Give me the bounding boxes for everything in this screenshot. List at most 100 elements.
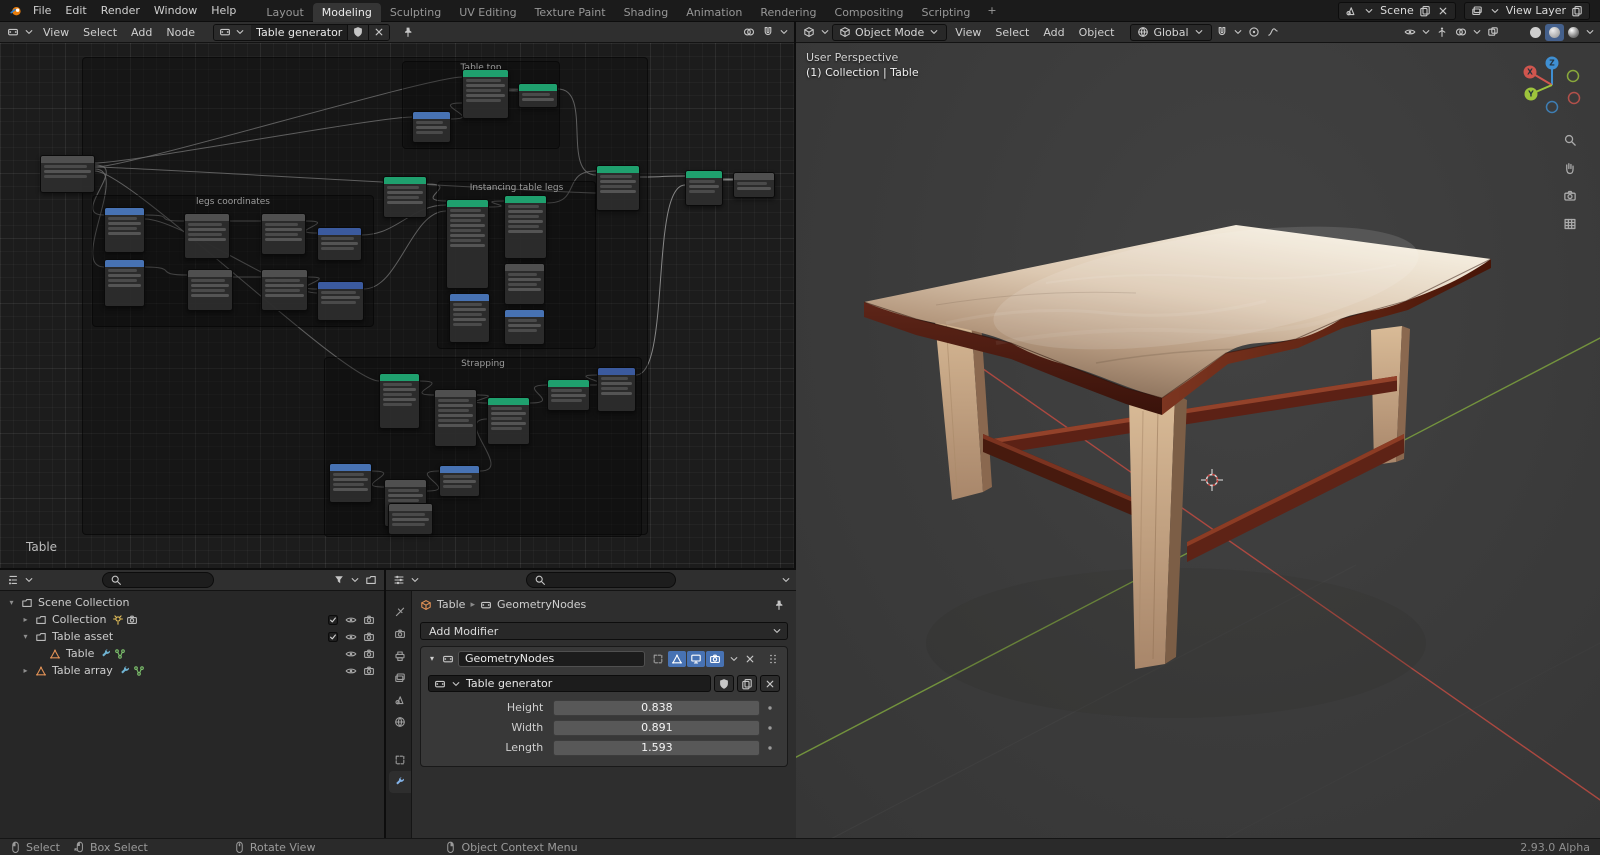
chevron-down-icon[interactable] (780, 572, 792, 589)
unlink-scene-button[interactable] (1436, 2, 1450, 19)
snapping-magnet-icon[interactable] (1213, 24, 1231, 41)
graph-node-3[interactable] (685, 170, 723, 206)
outliner-row-table[interactable]: Table (0, 645, 384, 662)
filter-funnel-icon[interactable] (330, 572, 348, 589)
modifier-extras-icon[interactable] (728, 650, 740, 667)
workspace-tab-scripting[interactable]: Scripting (912, 3, 979, 22)
toggle-realtime[interactable] (687, 651, 705, 667)
graph-node-24[interactable] (547, 379, 590, 411)
transform-orientation-dropdown[interactable]: Global (1130, 24, 1211, 41)
graph-node-4[interactable] (733, 172, 775, 198)
graph-node-0[interactable] (40, 155, 95, 193)
chevron-down-icon[interactable] (1232, 24, 1244, 41)
shading-wireframe-button[interactable] (1507, 24, 1526, 41)
topbar-menu-window[interactable]: Window (147, 2, 204, 19)
outliner-row-collection[interactable]: ▸Collection (0, 611, 384, 628)
xray-toggle-icon[interactable] (1484, 24, 1502, 41)
node-editor-menu-view[interactable]: View (36, 24, 76, 41)
graph-node-9[interactable] (104, 259, 145, 307)
graph-node-20[interactable] (504, 309, 545, 345)
graph-node-26[interactable] (329, 463, 372, 503)
editor-type-outliner-icon[interactable] (4, 572, 22, 589)
graph-node-18[interactable] (504, 263, 545, 305)
workspace-tab-texture-paint[interactable]: Texture Paint (526, 3, 615, 22)
chevron-down-icon[interactable] (1420, 24, 1432, 41)
graph-node-19[interactable] (449, 293, 490, 343)
graph-node-11[interactable] (187, 269, 233, 311)
graph-node-5[interactable] (462, 69, 509, 119)
graph-node-23[interactable] (487, 397, 530, 445)
node-tree-name[interactable]: Table generator (251, 25, 347, 40)
new-collection-button[interactable] (362, 572, 380, 589)
outliner-row-scene-collection[interactable]: ▾Scene Collection (0, 594, 384, 611)
graph-node-21[interactable] (379, 373, 420, 429)
topbar-menu-help[interactable]: Help (204, 2, 243, 19)
chevron-down-icon[interactable] (23, 572, 35, 589)
graph-node-13[interactable] (261, 269, 308, 311)
workspace-tab-rendering[interactable]: Rendering (751, 3, 825, 22)
new-scene-button[interactable] (1418, 2, 1432, 19)
shading-solid-button[interactable] (1526, 24, 1545, 41)
editor-type-properties-icon[interactable] (390, 572, 408, 589)
view-layer-selector[interactable]: View Layer (1464, 2, 1590, 20)
node-tree-selector[interactable]: Table generator (213, 24, 390, 41)
toggle-on-cage[interactable] (649, 651, 667, 667)
pin-button[interactable] (770, 596, 788, 613)
falloff-curve-icon[interactable] (1264, 24, 1282, 41)
fake-user-button[interactable] (347, 25, 368, 40)
render-visibility-toggle[interactable] (361, 631, 377, 643)
topbar-menu-file[interactable]: File (26, 2, 58, 19)
hide-eye-toggle[interactable] (343, 631, 359, 643)
scene-selector[interactable]: Scene (1338, 2, 1456, 20)
tab-object[interactable] (389, 749, 411, 771)
workspace-tab-compositing[interactable]: Compositing (826, 3, 913, 22)
workspace-tab-modeling[interactable]: Modeling (313, 3, 381, 22)
exclude-checkbox[interactable] (325, 631, 341, 643)
navigation-gizmo[interactable]: X Y Z (1516, 49, 1588, 121)
viewport-menu-view[interactable]: View (948, 24, 988, 41)
graph-node-6[interactable] (518, 83, 558, 108)
topbar-menu-render[interactable]: Render (94, 2, 147, 19)
disclosure-icon[interactable]: ▸ (18, 666, 33, 675)
field-value-slider[interactable]: 0.891 (553, 720, 760, 736)
viewport-menu-add[interactable]: Add (1036, 24, 1071, 41)
node-group-selector[interactable]: Table generator (428, 675, 711, 692)
graph-node-2[interactable] (596, 165, 640, 211)
chevron-down-icon[interactable] (409, 572, 421, 589)
node-editor-menu-node[interactable]: Node (159, 24, 202, 41)
workspace-tab-animation[interactable]: Animation (677, 3, 751, 22)
properties-search-input[interactable] (526, 572, 676, 588)
new-view-layer-button[interactable] (1570, 2, 1584, 19)
delete-modifier-button[interactable] (744, 650, 756, 667)
add-workspace-button[interactable]: + (979, 2, 1004, 19)
shading-material-button[interactable] (1545, 24, 1564, 41)
graph-node-10[interactable] (184, 213, 230, 259)
disclosure-icon[interactable]: ▾ (4, 598, 19, 607)
toggle-render[interactable] (706, 651, 724, 667)
animate-dot-button[interactable] (760, 742, 780, 754)
hide-eye-toggle[interactable] (343, 614, 359, 626)
toggle-edit-mode[interactable] (668, 651, 686, 667)
chevron-down-icon[interactable] (778, 24, 790, 41)
zoom-tool-icon[interactable] (1561, 131, 1579, 148)
chevron-down-icon[interactable] (1471, 24, 1483, 41)
graph-node-16[interactable] (446, 199, 489, 289)
render-visibility-toggle[interactable] (361, 665, 377, 677)
graph-node-7[interactable] (412, 111, 451, 143)
toggle-ortho-icon[interactable] (1561, 215, 1579, 232)
chevron-down-icon[interactable] (1584, 24, 1596, 41)
outliner-search-input[interactable] (102, 572, 214, 588)
workspace-tab-layout[interactable]: Layout (257, 3, 312, 22)
table-object[interactable] (864, 203, 1491, 669)
hide-eye-toggle[interactable] (343, 665, 359, 677)
viewport-menu-select[interactable]: Select (988, 24, 1036, 41)
graph-node-8[interactable] (104, 207, 145, 253)
node-editor-menu-select[interactable]: Select (76, 24, 124, 41)
animate-dot-button[interactable] (760, 702, 780, 714)
shading-rendered-button[interactable] (1564, 24, 1583, 41)
field-value-slider[interactable]: 1.593 (553, 740, 760, 756)
node-frame-strapping[interactable]: Strapping (324, 357, 642, 537)
field-value-slider[interactable]: 0.838 (553, 700, 760, 716)
node-tree-browse-button[interactable] (214, 25, 251, 40)
workspace-tab-sculpting[interactable]: Sculpting (381, 3, 450, 22)
